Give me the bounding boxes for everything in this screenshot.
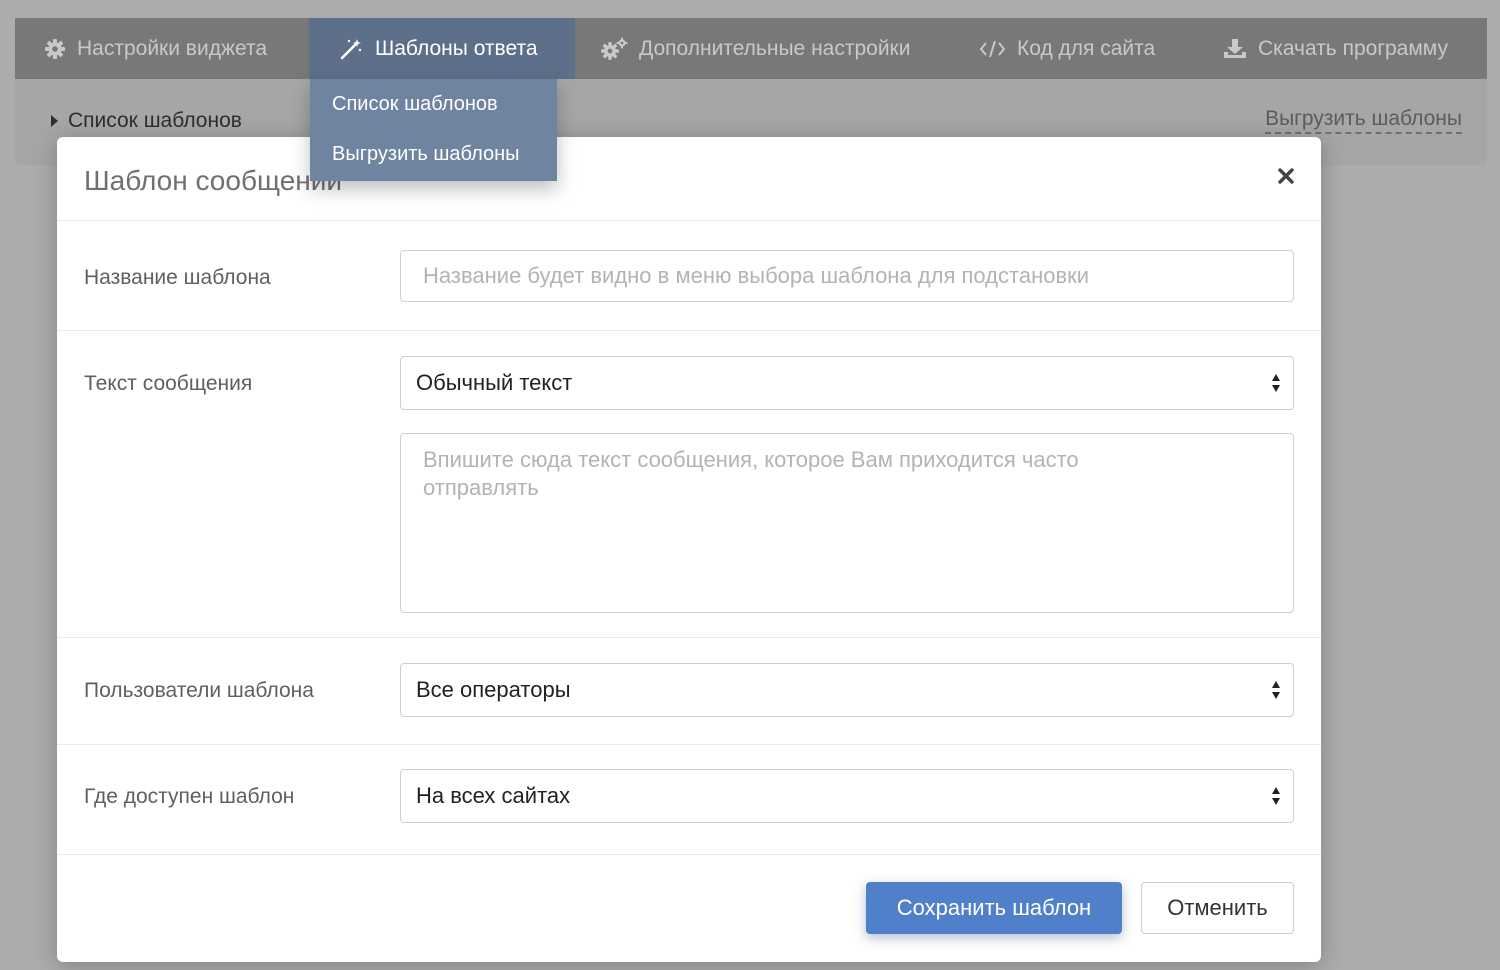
nav-label: Код для сайта (1017, 36, 1156, 60)
divider (57, 330, 1321, 331)
top-navbar: Настройки виджета Шаблоны ответа Дополни… (15, 18, 1487, 79)
message-text-area[interactable]: Впишите сюда текст сообщения, которое Ва… (400, 433, 1294, 613)
gears-icon (600, 37, 628, 61)
template-scope-value: На всех сайтах (416, 783, 571, 808)
divider (57, 854, 1321, 855)
message-text-label: Текст сообщения (84, 372, 253, 395)
select-arrows-icon (1272, 681, 1280, 699)
dropdown-item-export-templates[interactable]: Выгрузить шаблоны (332, 143, 520, 166)
close-icon[interactable] (1276, 166, 1296, 186)
modal-title: Шаблон сообщений (84, 165, 343, 196)
nav-item-advanced-settings[interactable]: Дополнительные настройки (600, 18, 910, 79)
divider (57, 744, 1321, 745)
templates-list-label: Список шаблонов (68, 109, 242, 132)
export-templates-link[interactable]: Выгрузить шаблоны (1265, 107, 1462, 134)
reply-templates-dropdown: Список шаблонов Выгрузить шаблоны (310, 79, 557, 181)
select-arrows-icon (1272, 374, 1280, 392)
template-users-label: Пользователи шаблона (84, 679, 314, 702)
divider (57, 637, 1321, 638)
cancel-button[interactable]: Отменить (1141, 882, 1294, 934)
message-type-select[interactable]: Обычный текст (400, 356, 1294, 410)
download-icon (1223, 38, 1247, 60)
template-name-input[interactable]: Название будет видно в меню выбора шабло… (400, 250, 1294, 302)
template-name-label: Название шаблона (84, 266, 271, 289)
magic-wand-icon (339, 37, 363, 61)
nav-item-widget-settings[interactable]: Настройки виджета (44, 18, 267, 79)
save-template-button[interactable]: Сохранить шаблон (866, 882, 1122, 934)
message-type-value: Обычный текст (416, 370, 573, 395)
template-scope-label: Где доступен шаблон (84, 785, 295, 808)
message-text-placeholder: Впишите сюда текст сообщения, которое Ва… (423, 447, 1079, 500)
templates-list-toggle[interactable]: Список шаблонов (51, 109, 242, 133)
nav-item-site-code[interactable]: Код для сайта (979, 18, 1155, 79)
dropdown-item-templates-list[interactable]: Список шаблонов (332, 93, 498, 116)
nav-label: Скачать программу (1258, 36, 1448, 60)
nav-item-download-program[interactable]: Скачать программу (1223, 18, 1448, 79)
nav-item-reply-templates[interactable]: Шаблоны ответа (309, 18, 575, 79)
template-users-value: Все операторы (416, 677, 571, 702)
template-modal: Шаблон сообщений Название шаблона Назван… (57, 137, 1321, 962)
divider (57, 220, 1321, 221)
caret-right-icon (51, 115, 58, 127)
select-arrows-icon (1272, 787, 1280, 805)
nav-label: Шаблоны ответа (375, 36, 538, 60)
code-icon (979, 39, 1006, 59)
gear-icon (44, 38, 66, 60)
template-users-select[interactable]: Все операторы (400, 663, 1294, 717)
template-scope-select[interactable]: На всех сайтах (400, 769, 1294, 823)
nav-label: Настройки виджета (77, 36, 268, 60)
nav-label: Дополнительные настройки (639, 36, 911, 60)
